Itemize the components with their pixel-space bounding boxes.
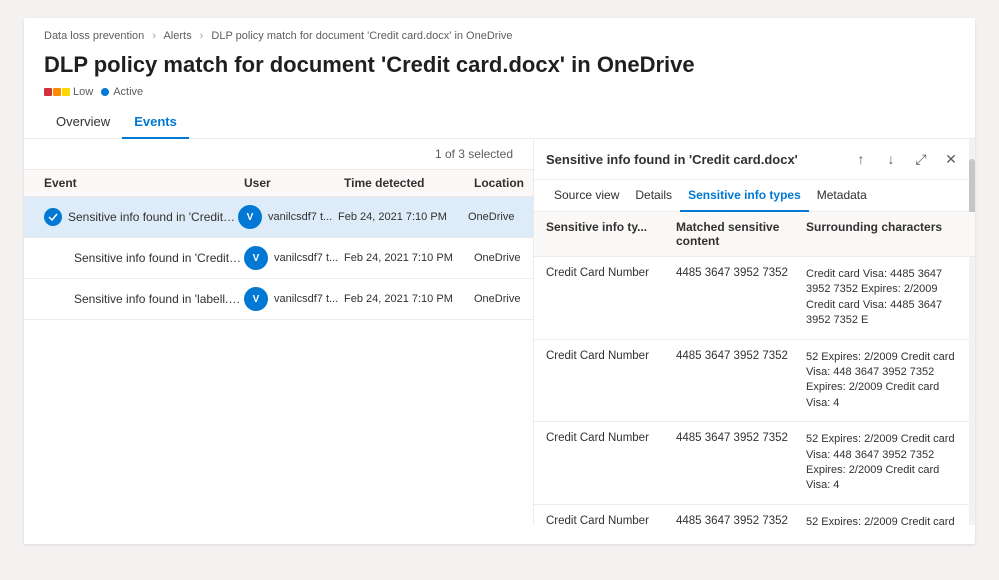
badge-block-1 xyxy=(44,88,52,96)
cell-time-1: Feb 24, 2021 7:10 PM xyxy=(338,211,468,223)
badge-low-label: Low xyxy=(73,86,93,98)
row-check-icon xyxy=(44,208,62,226)
content-area: 1 of 3 selected Event User Time detected… xyxy=(24,139,975,525)
breadcrumb-sep2: › xyxy=(200,30,204,42)
user-avatar-3: V xyxy=(244,287,268,311)
scell-type-2: Credit Card Number xyxy=(546,350,676,362)
scell-type-1: Credit Card Number xyxy=(546,267,676,279)
cell-username-2: vanilcsdf7 t... xyxy=(274,252,338,264)
breadcrumb-current: DLP policy match for document 'Credit ca… xyxy=(211,30,512,42)
user-avatar-2: V xyxy=(244,246,268,270)
tab-events[interactable]: Events xyxy=(122,106,189,139)
expand-button[interactable]: ⤢ xyxy=(909,147,933,171)
sensitive-panel: Sensitive info found in 'Credit card.doc… xyxy=(534,139,975,525)
sensitive-row: Credit Card Number 4485 3647 3952 7352 5… xyxy=(534,340,975,423)
panel-header: Sensitive info found in 'Credit card.doc… xyxy=(534,139,975,180)
scrollbar-thumb[interactable] xyxy=(969,159,975,219)
panel-tab-sensitive[interactable]: Sensitive info types xyxy=(680,180,809,212)
scol-header-matched: Matched sensitive content xyxy=(676,220,806,248)
scol-header-type: Sensitive info ty... xyxy=(546,220,676,248)
breadcrumb-sep1: › xyxy=(152,30,156,42)
main-container: Data loss prevention › Alerts › DLP poli… xyxy=(24,18,975,544)
cell-user-1: V vanilcsdf7 t... xyxy=(238,205,338,229)
badge-block-3 xyxy=(62,88,70,96)
sensitive-table-header: Sensitive info ty... Matched sensitive c… xyxy=(534,212,975,257)
panel-tabs: Source view Details Sensitive info types… xyxy=(534,180,975,212)
cell-username-3: vanilcsdf7 t... xyxy=(274,293,338,305)
close-button[interactable]: ✕ xyxy=(939,147,963,171)
cell-location-1: OneDrive xyxy=(468,211,534,223)
badge-block-2 xyxy=(53,88,61,96)
sensitive-table-container[interactable]: Sensitive info ty... Matched sensitive c… xyxy=(534,212,975,525)
panel-tab-details[interactable]: Details xyxy=(627,180,680,212)
navigate-down-button[interactable]: ↓ xyxy=(879,147,903,171)
breadcrumb-dlp[interactable]: Data loss prevention xyxy=(44,30,144,42)
scell-matched-2: 4485 3647 3952 7352 xyxy=(676,350,806,362)
scell-type-4: Credit Card Number xyxy=(546,515,676,525)
scell-matched-1: 4485 3647 3952 7352 xyxy=(676,267,806,279)
cell-user-2: V vanilcsdf7 t... xyxy=(244,246,344,270)
badge-active-label: Active xyxy=(113,86,143,98)
cell-user-3: V vanilcsdf7 t... xyxy=(244,287,344,311)
breadcrumb: Data loss prevention › Alerts › DLP poli… xyxy=(24,18,975,48)
cell-event-2: Sensitive info found in 'Credit c... xyxy=(74,251,244,265)
cell-location-2: OneDrive xyxy=(474,252,534,264)
panel-actions: ↑ ↓ ⤢ ✕ xyxy=(849,147,963,171)
scrollbar-track[interactable] xyxy=(969,139,975,525)
selected-count: 1 of 3 selected xyxy=(24,139,533,169)
badges-container: Low Active xyxy=(24,84,975,106)
col-header-location: Location xyxy=(474,176,534,190)
scell-type-3: Credit Card Number xyxy=(546,432,676,444)
active-dot xyxy=(101,88,109,96)
panel-title: Sensitive info found in 'Credit card.doc… xyxy=(546,152,798,167)
page-title: DLP policy match for document 'Credit ca… xyxy=(24,48,975,84)
table-row[interactable]: Sensitive info found in 'Credit c... V v… xyxy=(24,197,533,238)
badge-low-blocks xyxy=(44,88,70,96)
user-avatar-1: V xyxy=(238,205,262,229)
col-header-time: Time detected xyxy=(344,176,474,190)
cell-event-3: Sensitive info found in 'labell.d... xyxy=(74,292,244,306)
cell-event-1: Sensitive info found in 'Credit c... xyxy=(68,210,238,224)
cell-location-3: OneDrive xyxy=(474,293,534,305)
panel-tab-metadata[interactable]: Metadata xyxy=(809,180,875,212)
scell-matched-4: 4485 3647 3952 7352 xyxy=(676,515,806,525)
col-header-event: Event xyxy=(44,176,244,190)
badge-active: Active xyxy=(101,86,143,98)
events-table-header: Event User Time detected Location xyxy=(24,169,533,197)
scell-surrounding-3: 52 Expires: 2/2009 Credit card Visa: 448… xyxy=(806,432,963,494)
panel-tab-source[interactable]: Source view xyxy=(546,180,627,212)
breadcrumb-alerts[interactable]: Alerts xyxy=(163,30,191,42)
sensitive-row: Credit Card Number 4485 3647 3952 7352 5… xyxy=(534,505,975,525)
scell-matched-3: 4485 3647 3952 7352 xyxy=(676,432,806,444)
tab-overview[interactable]: Overview xyxy=(44,106,122,139)
table-row[interactable]: Sensitive info found in 'labell.d... V v… xyxy=(24,279,533,320)
scell-surrounding-2: 52 Expires: 2/2009 Credit card Visa: 448… xyxy=(806,350,963,412)
scell-surrounding-4: 52 Expires: 2/2009 Credit card Visa: 448… xyxy=(806,515,963,525)
cell-time-2: Feb 24, 2021 7:10 PM xyxy=(344,252,474,264)
cell-username-1: vanilcsdf7 t... xyxy=(268,211,332,223)
badge-low: Low xyxy=(44,86,93,98)
cell-time-3: Feb 24, 2021 7:10 PM xyxy=(344,293,474,305)
main-tabs: Overview Events xyxy=(24,106,975,139)
events-panel: 1 of 3 selected Event User Time detected… xyxy=(24,139,534,525)
scell-surrounding-1: Credit card Visa: 4485 3647 3952 7352 Ex… xyxy=(806,267,963,329)
table-row[interactable]: Sensitive info found in 'Credit c... V v… xyxy=(24,238,533,279)
col-header-user: User xyxy=(244,176,344,190)
sensitive-row: Credit Card Number 4485 3647 3952 7352 5… xyxy=(534,422,975,505)
navigate-up-button[interactable]: ↑ xyxy=(849,147,873,171)
sensitive-row: Credit Card Number 4485 3647 3952 7352 C… xyxy=(534,257,975,340)
scol-header-surrounding: Surrounding characters xyxy=(806,220,963,248)
